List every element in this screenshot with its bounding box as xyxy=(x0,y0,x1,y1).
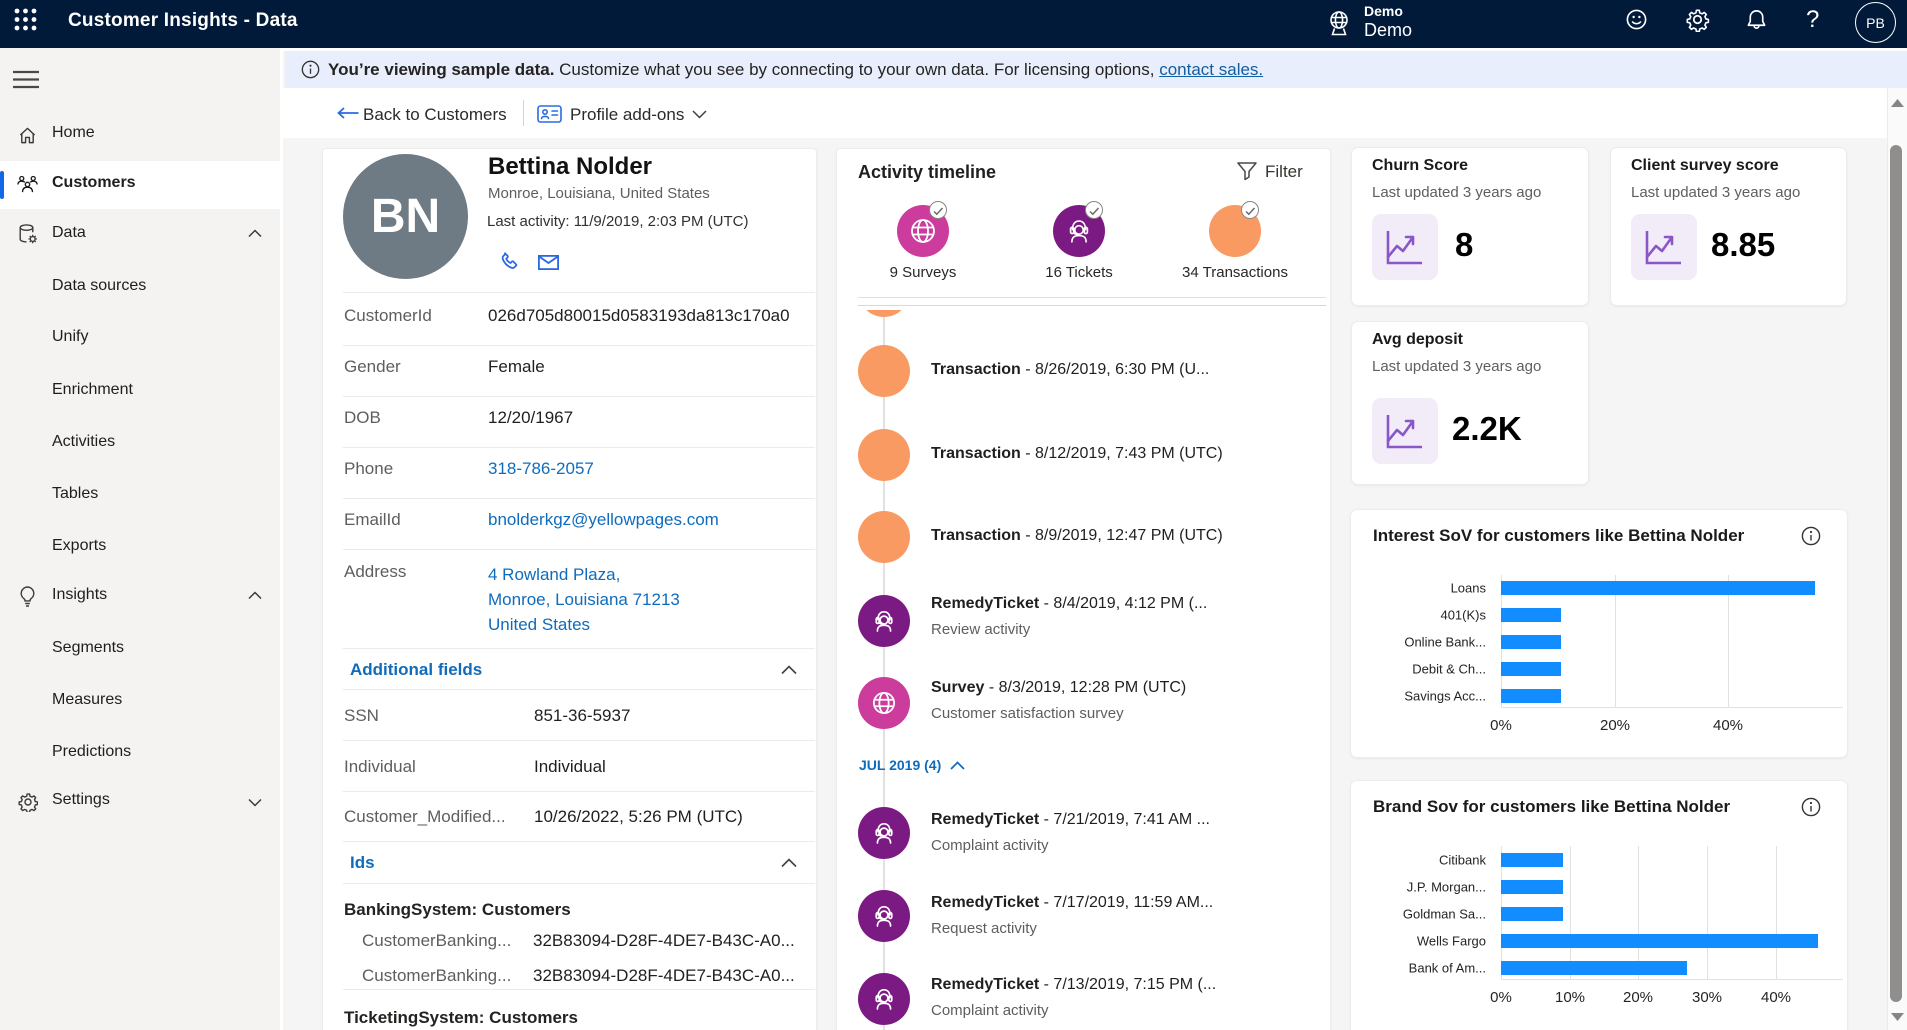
svg-text:20%: 20% xyxy=(1623,989,1653,1006)
svg-text:0%: 0% xyxy=(1490,717,1512,734)
svg-text:Debit & Ch...: Debit & Ch... xyxy=(1412,662,1486,677)
svg-text:Wells Fargo: Wells Fargo xyxy=(1417,934,1486,949)
svg-text:30%: 30% xyxy=(1692,989,1722,1006)
svg-text:Goldman Sa...: Goldman Sa... xyxy=(1403,907,1486,922)
svg-text:Online Bank...: Online Bank... xyxy=(1404,635,1486,650)
svg-text:Savings Acc...: Savings Acc... xyxy=(1404,689,1486,704)
svg-text:401(K)s: 401(K)s xyxy=(1440,608,1486,623)
svg-text:40%: 40% xyxy=(1713,717,1743,734)
svg-text:40%: 40% xyxy=(1761,989,1791,1006)
svg-text:20%: 20% xyxy=(1600,717,1630,734)
svg-text:0%: 0% xyxy=(1490,989,1512,1006)
svg-text:10%: 10% xyxy=(1555,989,1585,1006)
svg-text:Citibank: Citibank xyxy=(1439,853,1486,868)
svg-text:Loans: Loans xyxy=(1451,581,1487,596)
svg-text:Bank of Am...: Bank of Am... xyxy=(1409,961,1486,976)
svg-text:J.P. Morgan...: J.P. Morgan... xyxy=(1407,880,1486,895)
